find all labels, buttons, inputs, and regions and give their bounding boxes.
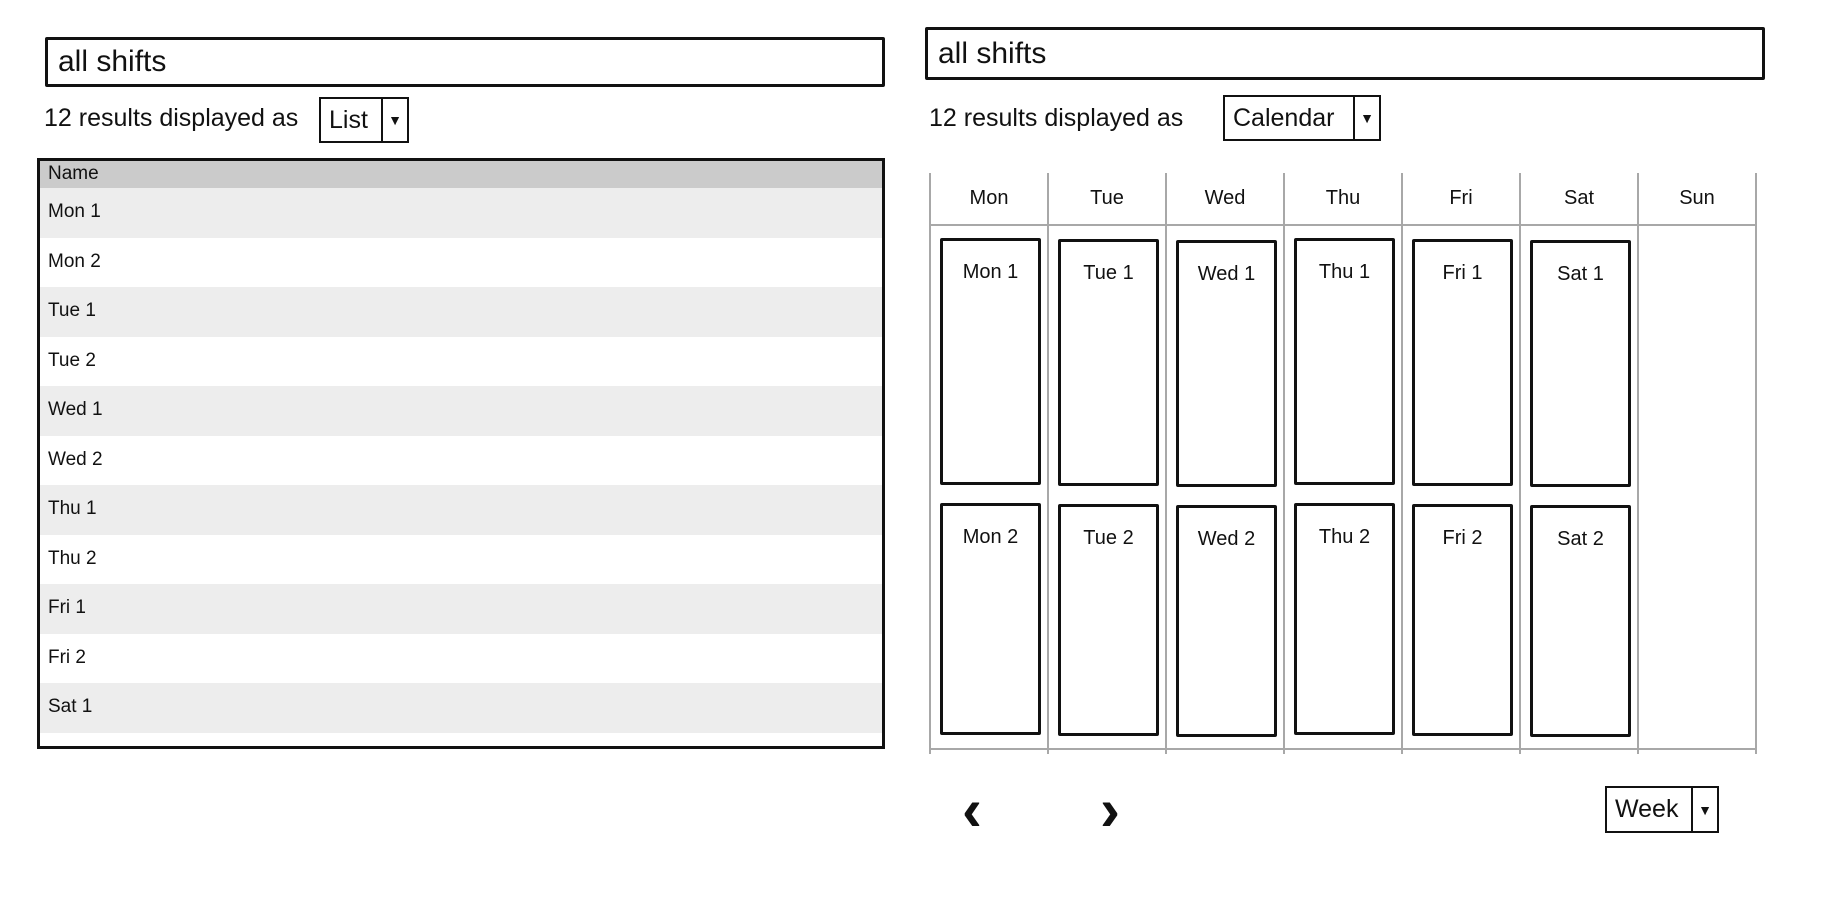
shift-block[interactable]: Fri 1 <box>1412 239 1513 486</box>
table-row[interactable]: Fri 2 <box>40 634 882 684</box>
day-header: Thu <box>1285 173 1401 226</box>
chevron-left-icon[interactable]: ‹ <box>962 780 982 840</box>
dropdown-value: Week <box>1615 795 1679 823</box>
shift-block[interactable]: Sat 2 <box>1530 505 1631 737</box>
day-header: Fri <box>1403 173 1519 226</box>
week-calendar: Mon Mon 1 Mon 2 Tue Tue 1 Tue 2 Wed Wed 1 Wed 2T… <box>929 173 1757 754</box>
day-header: Mon <box>931 173 1047 226</box>
shift-block[interactable]: Wed 2 <box>1176 505 1277 737</box>
day-header: Wed <box>1167 173 1283 226</box>
results-label: 12 results displayed as <box>44 104 299 132</box>
table-row[interactable]: Wed 1 <box>40 386 882 436</box>
chevron-down-icon: ▼ <box>1691 788 1717 831</box>
search-value: all shifts <box>58 45 167 78</box>
display-mode-dropdown[interactable]: Calendar ▼ <box>1223 95 1381 141</box>
shift-block[interactable]: Tue 2 <box>1058 504 1159 736</box>
dropdown-value: List <box>329 105 368 134</box>
day-header: Sat <box>1521 173 1637 226</box>
shift-block[interactable]: Mon 1 <box>940 238 1041 485</box>
table-row[interactable]: Sat 1 <box>40 683 882 733</box>
day-column-sat: Sat Sat 1 Sat 2 <box>1521 173 1639 754</box>
column-header-name[interactable]: Name <box>40 161 882 188</box>
day-column-tue: Tue Tue 1 Tue 2 <box>1049 173 1167 754</box>
shift-block[interactable]: Mon 2 <box>940 503 1041 735</box>
table-row[interactable]: Thu 2 <box>40 535 882 585</box>
display-mode-dropdown[interactable]: List ▼ <box>319 97 409 143</box>
shift-block[interactable]: Thu 1 <box>1294 238 1395 485</box>
table-body: Mon 1 Mon 2 Tue 1 Tue 2 Wed 1 Wed 2 Thu 1 Thu 2… <box>40 188 882 747</box>
shift-block[interactable]: Tue 1 <box>1058 239 1159 486</box>
shift-block[interactable]: Wed 1 <box>1176 240 1277 487</box>
day-column-wed: Wed Wed 1 Wed 2 <box>1167 173 1285 754</box>
table-row[interactable]: Tue 1 <box>40 287 882 337</box>
shifts-table: Name Mon 1 Mon 2 Tue 1 Tue 2 Wed 1 Wed 2 Thu 1… <box>37 158 885 749</box>
table-row[interactable]: Mon 2 <box>40 238 882 288</box>
day-header: Sun <box>1639 173 1755 226</box>
day-column-thu: Thu Thu 1 Thu 2 <box>1285 173 1403 754</box>
table-row[interactable]: Mon 1 <box>40 188 882 238</box>
day-header: Tue <box>1049 173 1165 226</box>
dropdown-value: Calendar <box>1233 103 1335 132</box>
chevron-right-icon[interactable]: › <box>1100 780 1120 840</box>
shift-block[interactable]: Sat 1 <box>1530 240 1631 487</box>
table-row[interactable]: Tue 2 <box>40 337 882 387</box>
day-column-mon: Mon Mon 1 Mon 2 <box>931 173 1049 754</box>
table-row[interactable]: Fri 1 <box>40 584 882 634</box>
shift-block[interactable]: Fri 2 <box>1412 504 1513 736</box>
shift-block[interactable]: Thu 2 <box>1294 503 1395 735</box>
chevron-down-icon: ▼ <box>1353 97 1379 139</box>
results-label: 12 results displayed as <box>929 104 1184 132</box>
search-input-calendar[interactable]: all shifts <box>925 27 1765 80</box>
day-column-sun: Sun <box>1639 173 1755 754</box>
table-row[interactable]: Wed 2 <box>40 436 882 486</box>
chevron-down-icon: ▼ <box>381 99 407 141</box>
day-column-fri: Fri Fri 1 Fri 2 <box>1403 173 1521 754</box>
search-input-list[interactable]: all shifts <box>45 37 885 87</box>
range-mode-dropdown[interactable]: Week ▼ <box>1605 786 1719 833</box>
search-value: all shifts <box>938 36 1047 70</box>
table-row[interactable]: Thu 1 <box>40 485 882 535</box>
table-row[interactable]: Sat 2 <box>40 733 882 747</box>
calendar-bottom-border <box>929 748 1757 750</box>
